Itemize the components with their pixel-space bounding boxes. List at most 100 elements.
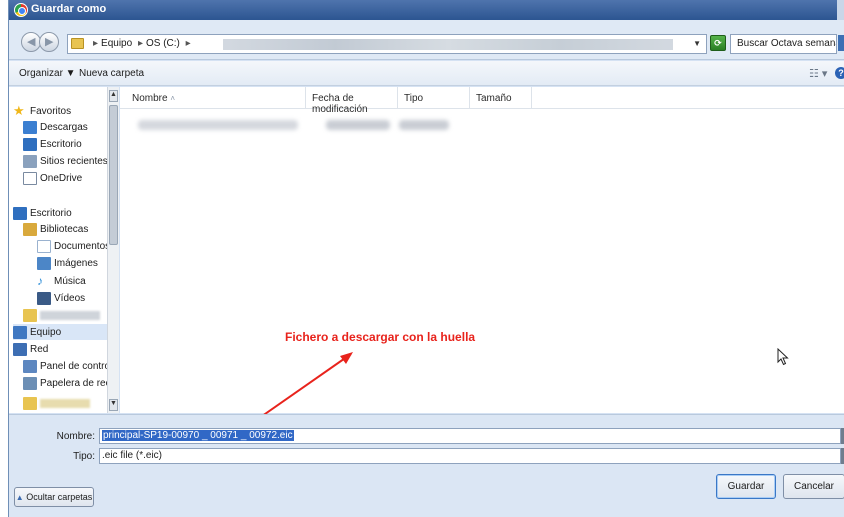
- libraries-icon: [23, 222, 37, 236]
- folder-icon: [71, 38, 84, 49]
- navigation-scrollbar[interactable]: ▲ ▼: [107, 87, 119, 413]
- scroll-up-icon[interactable]: ▲: [109, 90, 118, 102]
- chrome-icon: [14, 3, 28, 17]
- nav-item-label: Bibliotecas: [40, 223, 89, 235]
- table-row[interactable]: [134, 117, 449, 133]
- filename-field[interactable]: principal-SP19-00970 _ 00971 _ 00972.eic: [99, 428, 841, 444]
- nav-item-onedrive[interactable]: OneDrive: [23, 170, 82, 186]
- back-arrow-icon: ◀: [27, 36, 36, 48]
- search-icon[interactable]: [838, 35, 844, 51]
- forward-button[interactable]: ▶: [39, 32, 59, 52]
- blurred-file-type: [399, 120, 449, 130]
- chevron-up-icon: ▲: [15, 493, 24, 502]
- nav-item-label: Imágenes: [54, 257, 98, 269]
- breadcrumb: ▸ Equipo ▸ OS (C:) ▸: [93, 38, 191, 49]
- organize-menu[interactable]: Organizar ▼: [19, 68, 76, 79]
- nav-item-label: Equipo: [30, 326, 62, 338]
- nav-item-label: Favoritos: [30, 105, 72, 117]
- user-folder-icon: [23, 308, 37, 322]
- chevron-down-icon[interactable]: ▼: [693, 39, 701, 48]
- save-button[interactable]: Guardar: [716, 474, 776, 499]
- nav-item-favoritos[interactable]: ★ Favoritos: [13, 103, 71, 119]
- documents-icon: [37, 239, 51, 253]
- scroll-down-icon[interactable]: ▼: [109, 399, 118, 411]
- downloads-folder-icon: [23, 120, 37, 134]
- onedrive-icon: [23, 171, 37, 185]
- address-bar[interactable]: ▸ Equipo ▸ OS (C:) ▸ ▼: [67, 34, 707, 54]
- nav-item-label: Música: [54, 275, 86, 287]
- nav-item-descargas[interactable]: Descargas: [23, 119, 88, 135]
- scrollbar-thumb[interactable]: [109, 105, 118, 245]
- nav-item-sitios-recientes[interactable]: Sitios recientes: [23, 153, 108, 169]
- save-as-dialog: Guardar como ◀ ▶ ▸ Equipo ▸ OS (C:) ▸ ▼ ⟳ …: [8, 0, 844, 517]
- nav-item-documentos[interactable]: Documentos: [37, 238, 110, 254]
- hide-folders-button[interactable]: ▲ Ocultar carpetas: [14, 487, 94, 507]
- forward-arrow-icon: ▶: [45, 36, 54, 48]
- mouse-cursor-icon: [777, 348, 789, 366]
- save-options-panel: Nombre: principal-SP19-00970 _ 00971 _ 0…: [9, 414, 844, 517]
- nav-item-label: Escritorio: [40, 138, 82, 150]
- cancel-button[interactable]: Cancelar: [783, 474, 844, 499]
- nav-item-papelera[interactable]: Papelera de recicla: [23, 375, 118, 391]
- star-icon: ★: [13, 102, 25, 118]
- blurred-file-date: [326, 120, 390, 130]
- music-icon: ♪: [37, 273, 43, 288]
- views-icon[interactable]: ☷ ▾: [809, 67, 827, 80]
- new-folder-button[interactable]: Nueva carpeta: [79, 68, 144, 79]
- desktop-icon: [13, 206, 27, 220]
- filename-value: principal-SP19-00970 _ 00971 _ 00972.eic: [102, 430, 294, 441]
- navigation-pane: ★ Favoritos Descargas Escritorio Sitios r…: [9, 87, 119, 413]
- navigation-bar: ◀ ▶ ▸ Equipo ▸ OS (C:) ▸ ▼ ⟳ Buscar Octava…: [9, 20, 844, 60]
- column-headers: Nombre ˄ Fecha de modificación Tipo Tama…: [120, 87, 844, 115]
- close-icon[interactable]: [837, 0, 844, 20]
- nav-item-label: Escritorio: [30, 207, 72, 219]
- nav-item-equipo[interactable]: Equipo: [13, 324, 113, 340]
- breadcrumb-item[interactable]: OS (C:): [146, 38, 180, 49]
- refresh-button[interactable]: ⟳: [710, 35, 726, 51]
- blurred-label: [40, 310, 100, 320]
- dialog-title: Guardar como: [31, 3, 107, 15]
- nav-item-label: Red: [30, 343, 49, 355]
- title-bar: Guardar como: [9, 0, 844, 20]
- recycle-bin-icon: [23, 376, 37, 390]
- nav-item-label: Panel de control: [40, 360, 113, 372]
- column-header-date[interactable]: Fecha de modificación: [306, 87, 398, 115]
- videos-icon: [37, 291, 51, 305]
- search-input[interactable]: Buscar Octava semana: [730, 34, 837, 54]
- filename-label: Nombre:: [56, 431, 95, 442]
- nav-item-label: Sitios recientes: [40, 155, 108, 167]
- nav-item-label: Documentos: [54, 240, 111, 252]
- command-bar: Organizar ▼ Nueva carpeta ☷ ▾ ?: [9, 61, 844, 86]
- nav-item-label: Vídeos: [54, 292, 86, 304]
- nav-item-escritorio-root[interactable]: Escritorio: [13, 205, 72, 221]
- filetype-label: Tipo:: [73, 451, 95, 462]
- breadcrumb-item[interactable]: Equipo: [101, 38, 132, 49]
- nav-item-blurred[interactable]: [23, 307, 100, 323]
- nav-item-blurred-2[interactable]: [23, 395, 90, 411]
- control-panel-icon: [23, 359, 37, 373]
- column-header-size[interactable]: Tamaño: [470, 87, 532, 109]
- column-header-type[interactable]: Tipo: [398, 87, 470, 109]
- blurred-path: [223, 39, 673, 50]
- column-header-name[interactable]: Nombre ˄: [126, 87, 306, 109]
- back-button[interactable]: ◀: [21, 32, 41, 52]
- nav-item-musica[interactable]: ♪ Música: [37, 273, 86, 289]
- nav-item-escritorio[interactable]: Escritorio: [23, 136, 82, 152]
- computer-icon: [13, 325, 27, 339]
- blurred-file-name: [138, 120, 298, 130]
- network-icon: [13, 342, 27, 356]
- nav-item-label: Descargas: [40, 121, 88, 133]
- nav-item-imagenes[interactable]: Imágenes: [37, 255, 98, 271]
- help-icon[interactable]: ?: [835, 67, 844, 79]
- nav-item-bibliotecas[interactable]: Bibliotecas: [23, 221, 88, 237]
- filetype-select[interactable]: .eic file (*.eic): [99, 448, 841, 464]
- nav-item-label: OneDrive: [40, 172, 83, 184]
- pictures-icon: [37, 256, 51, 270]
- nav-item-panel-de-control[interactable]: Panel de control: [23, 358, 112, 374]
- file-list: Nombre ˄ Fecha de modificación Tipo Tama…: [120, 87, 844, 413]
- nav-item-videos[interactable]: Vídeos: [37, 290, 85, 306]
- sort-icon: ˄: [170, 94, 176, 103]
- nav-item-red[interactable]: Red: [13, 341, 48, 357]
- folder-icon: [23, 396, 37, 410]
- blurred-label: [40, 398, 90, 408]
